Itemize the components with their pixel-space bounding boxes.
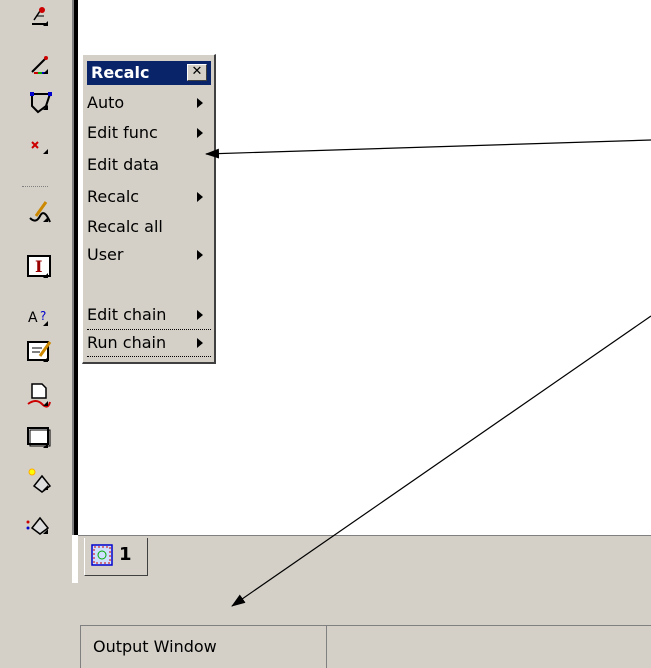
menu-item-label: Edit func: [87, 123, 158, 142]
recalc-menu-titlebar[interactable]: Recalc ✕: [87, 61, 211, 85]
menu-item-recalc[interactable]: Recalc: [87, 185, 211, 209]
submenu-arrow-icon: [197, 128, 203, 138]
edit-note-tool-icon: [27, 341, 52, 361]
line-tool-icon: [31, 56, 48, 74]
recalc-menu: Recalc ✕ Auto Edit func Edit data Recalc…: [82, 54, 216, 364]
menu-item-label: Recalc all: [87, 217, 163, 236]
menu-item-edit-func[interactable]: Edit func: [87, 121, 211, 145]
light-tool-button[interactable]: [14, 464, 54, 496]
image-tool-button[interactable]: [14, 508, 54, 540]
document-tab-number: 1: [119, 544, 132, 565]
text-tool-icon: I: [27, 255, 51, 277]
menu-item-recalc-all[interactable]: Recalc all: [87, 215, 211, 239]
polygon-tool-button[interactable]: [14, 84, 54, 116]
dimension-tool-button[interactable]: [14, 0, 54, 32]
dimension-tool-icon: [32, 7, 48, 25]
menu-item-auto[interactable]: Auto: [87, 91, 211, 115]
image-tool-icon: [26, 516, 50, 535]
menu-item-label: User: [87, 245, 124, 264]
menu-item-label: Recalc: [87, 187, 140, 206]
toolbar-grip[interactable]: [22, 186, 48, 189]
polygon-tool-icon: [30, 92, 52, 114]
output-window-label: Output Window: [93, 637, 217, 656]
menu-item-label: Edit chain: [87, 305, 167, 324]
menu-item-edit-data[interactable]: Edit data: [87, 153, 211, 177]
canvas-left-border: [74, 0, 78, 535]
left-toolbar: I A ?: [0, 0, 72, 668]
point-tool-icon: [31, 141, 39, 149]
menu-separator: [87, 356, 211, 357]
submenu-arrow-icon: [197, 338, 203, 348]
sketch-tool-button[interactable]: [14, 196, 54, 228]
svg-text:A: A: [28, 310, 38, 326]
point-tool-button[interactable]: [14, 128, 54, 160]
document-tab[interactable]: 1: [84, 538, 148, 576]
frame-tool-button[interactable]: [14, 422, 54, 454]
attribute-tool-button[interactable]: A ?: [14, 300, 54, 332]
frame-tool-icon: [27, 427, 51, 447]
submenu-arrow-icon: [197, 192, 203, 202]
menu-item-label: Auto: [87, 93, 125, 112]
annotation-arrow: [205, 139, 651, 159]
attribute-tool-icon: A ?: [28, 309, 46, 326]
submenu-arrow-icon: [197, 98, 203, 108]
text-tool-button[interactable]: I: [14, 252, 54, 284]
submenu-arrow-icon: [197, 310, 203, 320]
menu-separator: [87, 329, 211, 330]
menu-item-user[interactable]: User: [87, 243, 211, 267]
output-window-tab[interactable]: Output Window: [80, 625, 327, 668]
menu-item-label: Edit data: [87, 155, 160, 174]
menu-item-run-chain[interactable]: Run chain: [87, 331, 211, 355]
svg-text:I: I: [35, 257, 42, 276]
edit-note-tool-button[interactable]: [14, 336, 54, 368]
menu-item-label: Run chain: [87, 333, 167, 352]
light-tool-icon: [28, 468, 52, 493]
document-tab-bar: 1: [78, 535, 651, 584]
recalc-menu-title: Recalc: [91, 63, 150, 82]
document-tool-button[interactable]: [14, 380, 54, 412]
menu-item-edit-chain[interactable]: Edit chain: [87, 303, 211, 327]
output-divider: [327, 625, 651, 626]
submenu-arrow-icon: [197, 250, 203, 260]
document-icon: [91, 544, 113, 566]
sketch-tool-icon: [29, 201, 51, 223]
close-icon[interactable]: ✕: [187, 64, 207, 81]
line-tool-button[interactable]: [14, 48, 54, 80]
document-tool-icon: [27, 383, 51, 408]
